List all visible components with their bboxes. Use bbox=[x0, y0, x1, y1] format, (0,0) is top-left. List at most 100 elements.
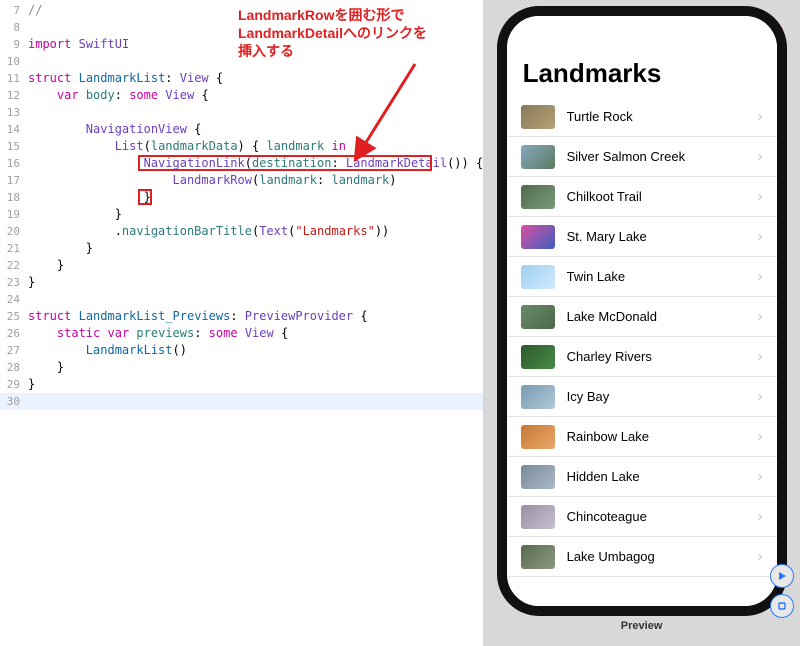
chevron-right-icon: › bbox=[758, 148, 763, 165]
landmark-label: Twin Lake bbox=[567, 269, 758, 284]
code-line[interactable]: 13 bbox=[0, 104, 483, 121]
list-item[interactable]: Chincoteague› bbox=[507, 497, 777, 537]
line-number: 26 bbox=[0, 325, 28, 342]
landmark-thumbnail bbox=[521, 305, 555, 329]
landmark-thumbnail bbox=[521, 425, 555, 449]
code-line[interactable]: 11struct LandmarkList: View { bbox=[0, 70, 483, 87]
code-line[interactable]: 25struct LandmarkList_Previews: PreviewP… bbox=[0, 308, 483, 325]
landmark-label: St. Mary Lake bbox=[567, 229, 758, 244]
code-content[interactable]: } bbox=[28, 376, 483, 393]
phone-screen: Landmarks Turtle Rock›Silver Salmon Cree… bbox=[507, 16, 777, 606]
line-number: 27 bbox=[0, 342, 28, 359]
landmark-label: Chilkoot Trail bbox=[567, 189, 758, 204]
line-number: 29 bbox=[0, 376, 28, 393]
list-item[interactable]: Silver Salmon Creek› bbox=[507, 137, 777, 177]
code-line[interactable]: 21 } bbox=[0, 240, 483, 257]
code-content[interactable]: NavigationLink(destination: LandmarkDeta… bbox=[28, 155, 483, 172]
list-item[interactable]: Icy Bay› bbox=[507, 377, 777, 417]
landmark-thumbnail bbox=[521, 465, 555, 489]
code-line[interactable]: 29} bbox=[0, 376, 483, 393]
list-item[interactable]: Twin Lake› bbox=[507, 257, 777, 297]
code-content[interactable]: } bbox=[28, 206, 483, 223]
landmark-label: Rainbow Lake bbox=[567, 429, 758, 444]
list-item[interactable]: Chilkoot Trail› bbox=[507, 177, 777, 217]
code-line[interactable]: 18 } bbox=[0, 189, 483, 206]
code-content[interactable]: .navigationBarTitle(Text("Landmarks")) bbox=[28, 223, 483, 240]
code-content[interactable]: var body: some View { bbox=[28, 87, 483, 104]
code-content[interactable] bbox=[28, 291, 483, 308]
code-line[interactable]: 23} bbox=[0, 274, 483, 291]
code-line[interactable]: 15 List(landmarkData) { landmark in bbox=[0, 138, 483, 155]
list-item[interactable]: Hidden Lake› bbox=[507, 457, 777, 497]
code-line[interactable]: 16 NavigationLink(destination: LandmarkD… bbox=[0, 155, 483, 172]
chevron-right-icon: › bbox=[758, 388, 763, 405]
code-line[interactable]: 22 } bbox=[0, 257, 483, 274]
list-item[interactable]: Lake Umbagog› bbox=[507, 537, 777, 577]
landmark-thumbnail bbox=[521, 265, 555, 289]
annotation-editor: LandmarkRowを囲む形でLandmarkDetailへのリンクを挿入する bbox=[238, 6, 427, 61]
landmark-label: Icy Bay bbox=[567, 389, 758, 404]
landmark-thumbnail bbox=[521, 185, 555, 209]
play-button[interactable] bbox=[770, 564, 794, 588]
code-content[interactable]: } bbox=[28, 359, 483, 376]
landmark-list[interactable]: Turtle Rock›Silver Salmon Creek›Chilkoot… bbox=[507, 97, 777, 606]
line-number: 11 bbox=[0, 70, 28, 87]
list-item[interactable]: Lake McDonald› bbox=[507, 297, 777, 337]
chevron-right-icon: › bbox=[758, 348, 763, 365]
landmark-label: Charley Rivers bbox=[567, 349, 758, 364]
line-number: 19 bbox=[0, 206, 28, 223]
list-item[interactable]: Rainbow Lake› bbox=[507, 417, 777, 457]
code-line[interactable]: 30 bbox=[0, 393, 483, 410]
landmark-label: Turtle Rock bbox=[567, 109, 758, 124]
chevron-right-icon: › bbox=[758, 508, 763, 525]
code-content[interactable]: } bbox=[28, 189, 483, 206]
code-content[interactable]: } bbox=[28, 240, 483, 257]
landmark-thumbnail bbox=[521, 145, 555, 169]
code-editor[interactable]: 7//89import SwiftUI1011struct LandmarkLi… bbox=[0, 0, 483, 646]
code-line[interactable]: 19 } bbox=[0, 206, 483, 223]
code-content[interactable]: } bbox=[28, 257, 483, 274]
code-line[interactable]: 12 var body: some View { bbox=[0, 87, 483, 104]
code-line[interactable]: 28 } bbox=[0, 359, 483, 376]
list-item[interactable]: St. Mary Lake› bbox=[507, 217, 777, 257]
list-item[interactable]: Turtle Rock› bbox=[507, 97, 777, 137]
code-content[interactable]: List(landmarkData) { landmark in bbox=[28, 138, 483, 155]
line-number: 22 bbox=[0, 257, 28, 274]
line-number: 16 bbox=[0, 155, 28, 172]
line-number: 13 bbox=[0, 104, 28, 121]
code-line[interactable]: 26 static var previews: some View { bbox=[0, 325, 483, 342]
list-item[interactable]: Charley Rivers› bbox=[507, 337, 777, 377]
line-number: 15 bbox=[0, 138, 28, 155]
chevron-right-icon: › bbox=[758, 548, 763, 565]
code-content[interactable]: NavigationView { bbox=[28, 121, 483, 138]
code-content[interactable]: struct LandmarkList_Previews: PreviewPro… bbox=[28, 308, 483, 325]
code-line[interactable]: 20 .navigationBarTitle(Text("Landmarks")… bbox=[0, 223, 483, 240]
preview-footer-label: Preview bbox=[621, 620, 663, 632]
code-line[interactable]: 27 LandmarkList() bbox=[0, 342, 483, 359]
line-number: 24 bbox=[0, 291, 28, 308]
code-content[interactable] bbox=[28, 393, 483, 410]
code-content[interactable]: static var previews: some View { bbox=[28, 325, 483, 342]
line-number: 21 bbox=[0, 240, 28, 257]
landmark-label: Hidden Lake bbox=[567, 469, 758, 484]
line-number: 10 bbox=[0, 53, 28, 70]
phone-frame: Landmarks Turtle Rock›Silver Salmon Cree… bbox=[497, 6, 787, 616]
chevron-right-icon: › bbox=[758, 228, 763, 245]
code-line[interactable]: 17 LandmarkRow(landmark: landmark) bbox=[0, 172, 483, 189]
landmark-label: Silver Salmon Creek bbox=[567, 149, 758, 164]
landmark-label: Lake Umbagog bbox=[567, 549, 758, 564]
line-number: 9 bbox=[0, 36, 28, 53]
code-line[interactable]: 24 bbox=[0, 291, 483, 308]
preview-side-buttons bbox=[770, 564, 794, 618]
code-content[interactable] bbox=[28, 104, 483, 121]
code-content[interactable]: LandmarkList() bbox=[28, 342, 483, 359]
code-content[interactable]: LandmarkRow(landmark: landmark) bbox=[28, 172, 483, 189]
navigation-title: Landmarks bbox=[507, 52, 777, 97]
code-content[interactable]: } bbox=[28, 274, 483, 291]
chevron-right-icon: › bbox=[758, 268, 763, 285]
landmark-thumbnail bbox=[521, 505, 555, 529]
code-line[interactable]: 14 NavigationView { bbox=[0, 121, 483, 138]
code-content[interactable]: struct LandmarkList: View { bbox=[28, 70, 483, 87]
pin-button[interactable] bbox=[770, 594, 794, 618]
chevron-right-icon: › bbox=[758, 428, 763, 445]
